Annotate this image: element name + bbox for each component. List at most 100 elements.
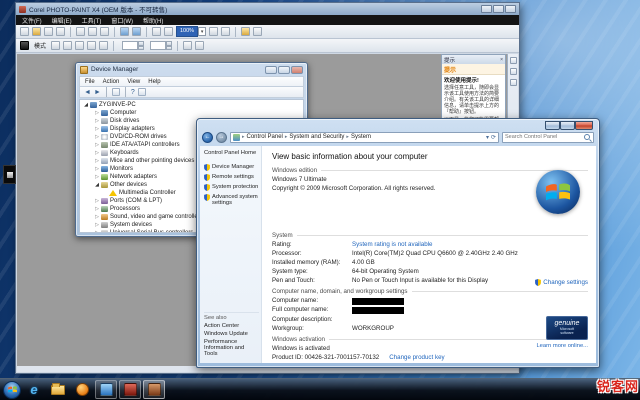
copy-icon[interactable] xyxy=(88,27,97,36)
breadcrumb-system-security[interactable]: System and Security xyxy=(289,134,344,140)
app-launcher-icon[interactable] xyxy=(209,27,218,36)
shape-rect-icon[interactable] xyxy=(75,41,84,50)
antialias-icon[interactable] xyxy=(183,41,192,50)
minimize-button[interactable] xyxy=(545,121,560,130)
menu-window[interactable]: 窗口(W) xyxy=(111,16,133,25)
sidebar-item-action-center[interactable]: Action Center xyxy=(204,323,259,329)
close-button[interactable] xyxy=(575,121,593,130)
sidebar-item-home[interactable]: Control Panel Home xyxy=(204,150,261,156)
shape-plus-icon[interactable] xyxy=(51,41,60,50)
expander-icon[interactable]: ▷ xyxy=(94,149,100,157)
breadcrumb[interactable]: ▸ Control Panel ▸ System and Security ▸ … xyxy=(230,132,499,143)
expander-icon[interactable]: ▷ xyxy=(94,221,100,229)
undo-icon[interactable] xyxy=(120,27,129,36)
corel-titlebar[interactable]: Corel PHOTO-PAINT X4 (OEM 版本 - 不可转售) xyxy=(16,3,519,15)
taskbar-windows-explorer-icon[interactable] xyxy=(47,380,69,399)
forward-button[interactable]: → xyxy=(216,132,227,143)
scan-hardware-icon[interactable] xyxy=(138,88,146,96)
paste-icon[interactable] xyxy=(100,27,109,36)
expander-icon[interactable]: ▷ xyxy=(94,157,100,165)
menu-file[interactable]: File xyxy=(85,79,95,85)
expander-icon[interactable]: ▷ xyxy=(94,197,100,205)
menu-edit[interactable]: 编辑(E) xyxy=(52,16,72,25)
open-icon[interactable] xyxy=(32,27,41,36)
taskbar-media-player-icon[interactable] xyxy=(71,380,93,399)
maximize-button[interactable] xyxy=(278,66,290,74)
tree-node[interactable]: ▷Computer xyxy=(80,109,303,117)
expander-icon[interactable]: ◢ xyxy=(94,181,100,189)
maximize-button[interactable] xyxy=(493,5,504,13)
expander-icon[interactable]: ▷ xyxy=(94,133,100,141)
save-icon[interactable] xyxy=(44,27,53,36)
change-settings-link[interactable]: Change settings xyxy=(535,279,588,286)
search-input[interactable] xyxy=(503,134,584,140)
docker-tab-icon[interactable] xyxy=(510,57,517,64)
docker-tab-icon[interactable] xyxy=(510,79,517,86)
close-button[interactable] xyxy=(291,66,303,74)
chevron-down-icon[interactable]: ▾ xyxy=(198,27,206,36)
expander-icon[interactable]: ◢ xyxy=(83,101,89,109)
console-icon[interactable] xyxy=(112,88,120,96)
sidebar-item-remote-settings[interactable]: Remote settings xyxy=(204,174,261,181)
change-product-key-link[interactable]: Change product key xyxy=(389,355,444,362)
new-icon[interactable] xyxy=(20,27,29,36)
options-icon[interactable] xyxy=(241,27,250,36)
expander-icon[interactable]: ▷ xyxy=(94,229,100,233)
menu-help[interactable]: 帮助(H) xyxy=(143,16,163,25)
feather-icon[interactable] xyxy=(195,41,204,50)
sidebar-item-performance-tools[interactable]: Performance Information and Tools xyxy=(204,339,259,357)
docker-tab-icon[interactable] xyxy=(510,68,517,75)
zoom-level-combo[interactable]: 100% ▾ xyxy=(176,27,206,36)
print-icon[interactable] xyxy=(56,27,65,36)
sidebar-item-windows-update[interactable]: Windows Update xyxy=(204,331,259,337)
expander-icon[interactable]: ▷ xyxy=(94,141,100,149)
menu-file[interactable]: 文件(F) xyxy=(22,16,42,25)
forward-icon[interactable]: ► xyxy=(94,89,101,96)
close-icon[interactable]: × xyxy=(500,57,503,63)
device-manager-titlebar[interactable]: Device Manager xyxy=(76,63,307,76)
help-toolbar-icon[interactable] xyxy=(253,27,262,36)
start-button[interactable] xyxy=(3,381,21,399)
shape-circle-icon[interactable] xyxy=(63,41,72,50)
taskbar-messenger-icon[interactable] xyxy=(95,380,117,399)
import-icon[interactable] xyxy=(152,27,161,36)
expander-icon[interactable]: ▷ xyxy=(94,213,100,221)
tree-node-computer-root[interactable]: ◢ZYGINVE-PC xyxy=(80,101,303,109)
minimize-button[interactable] xyxy=(481,5,492,13)
menu-action[interactable]: Action xyxy=(103,79,120,85)
cut-icon[interactable] xyxy=(76,27,85,36)
sidebar-item-system-protection[interactable]: System protection xyxy=(204,184,261,191)
system-control-panel-window[interactable]: ← → ▸ Control Panel ▸ System and Securit… xyxy=(196,118,600,368)
expander-icon[interactable]: ▷ xyxy=(94,165,100,173)
sidebar-item-device-manager[interactable]: Device Manager xyxy=(204,164,261,171)
taskbar-coreldraw-icon[interactable] xyxy=(119,380,141,399)
search-icon[interactable] xyxy=(584,134,590,140)
minimize-button[interactable] xyxy=(265,66,277,74)
hints-docker-titlebar[interactable]: 提示 × xyxy=(442,55,505,64)
search-box[interactable] xyxy=(502,132,594,143)
expander-icon[interactable]: ▷ xyxy=(94,125,100,133)
export-icon[interactable] xyxy=(164,27,173,36)
back-button[interactable]: ← xyxy=(202,132,213,143)
expander-icon[interactable]: ▷ xyxy=(94,117,100,125)
help-icon[interactable]: ? xyxy=(131,89,135,96)
menu-tools[interactable]: 工具(T) xyxy=(82,16,102,25)
expander-icon[interactable]: ▷ xyxy=(94,173,100,181)
sidebar-item-advanced-settings[interactable]: Advanced system settings xyxy=(204,194,261,206)
close-button[interactable] xyxy=(505,5,516,13)
expander-icon[interactable]: ▷ xyxy=(94,205,100,213)
breadcrumb-system[interactable]: System xyxy=(351,134,371,140)
back-icon[interactable]: ◄ xyxy=(84,89,91,96)
height-stepper[interactable] xyxy=(150,41,172,50)
menu-view[interactable]: View xyxy=(127,79,140,85)
corel-toolbox-collapsed[interactable] xyxy=(3,165,16,184)
refresh-icon[interactable]: ⟳ xyxy=(491,134,496,141)
pen-icon[interactable] xyxy=(87,41,96,50)
redo-icon[interactable] xyxy=(132,27,141,36)
welcome-screen-icon[interactable] xyxy=(221,27,230,36)
width-stepper[interactable] xyxy=(122,41,144,50)
maximize-button[interactable] xyxy=(560,121,575,130)
taskbar-photopaint-icon[interactable] xyxy=(143,380,165,399)
tool-mode-icon[interactable] xyxy=(20,41,29,50)
eraser-icon[interactable] xyxy=(99,41,108,50)
